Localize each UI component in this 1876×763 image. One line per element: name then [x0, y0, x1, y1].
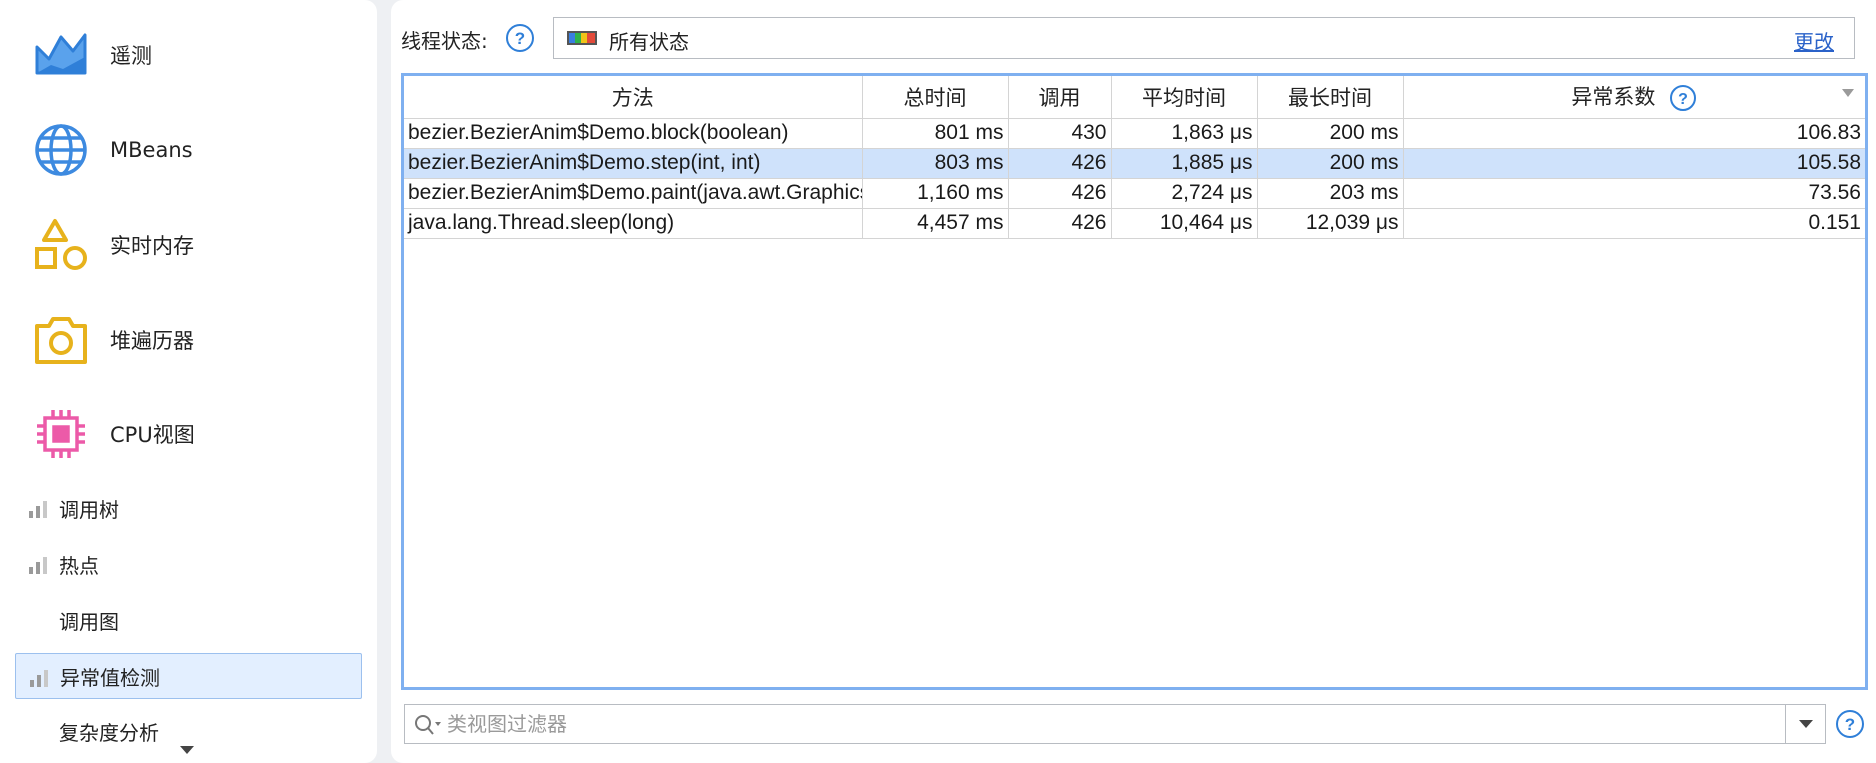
- table-cell-max: 200 ms: [1257, 148, 1404, 179]
- scroll-down-icon[interactable]: [177, 743, 197, 757]
- column-header-label: 平均时间: [1142, 86, 1226, 110]
- help-icon[interactable]: ?: [1835, 709, 1865, 739]
- table-row[interactable]: bezier.BezierAnim$Demo.paint(java.awt.Gr…: [404, 178, 1865, 209]
- sidebar-item-label: CPU视图: [110, 423, 195, 447]
- table-cell-avg: 1,863 μs: [1111, 118, 1258, 149]
- sidebar-item-mbeans[interactable]: MBeans: [0, 103, 377, 197]
- sidebar-item-label: 异常值检测: [60, 665, 160, 690]
- sidebar-item-live-memory[interactable]: 实时内存: [0, 198, 377, 292]
- table-cell-coef: 73.56: [1403, 178, 1865, 209]
- main-panel: 线程状态: ? 所有状态 更改 方法 总时间 调用 平均时间 最长时间 异常系数…: [391, 0, 1876, 763]
- thread-state-selector[interactable]: 所有状态 更改: [553, 17, 1855, 59]
- column-header-method[interactable]: 方法: [404, 76, 863, 119]
- search-icon[interactable]: [413, 713, 443, 737]
- table-cell-method: java.lang.Thread.sleep(long): [404, 208, 863, 239]
- sidebar-item-call-tree[interactable]: 调用树: [15, 485, 362, 531]
- globe-icon: [31, 120, 91, 180]
- sidebar-item-label: 热点: [59, 553, 99, 578]
- column-header-label: 方法: [611, 86, 654, 110]
- help-icon[interactable]: ?: [1669, 84, 1697, 112]
- table-cell-method: bezier.BezierAnim$Demo.paint(java.awt.Gr…: [404, 178, 863, 209]
- table-cell-avg: 2,724 μs: [1111, 178, 1258, 209]
- table-cell-coef: 105.58: [1403, 148, 1865, 179]
- chevron-down-icon: [1799, 720, 1813, 728]
- sidebar-item-complexity-analysis[interactable]: 复杂度分析: [15, 707, 362, 743]
- sidebar-item-label: 堆遍历器: [110, 329, 194, 353]
- column-header-label: 最长时间: [1288, 86, 1372, 110]
- table-row[interactable]: java.lang.Thread.sleep(long) 4,457 ms 426 1…: [404, 208, 1865, 239]
- column-header-max-time[interactable]: 最长时间: [1257, 76, 1404, 119]
- thread-state-value: 所有状态: [609, 30, 689, 54]
- table-cell-method: bezier.BezierAnim$Demo.block(boolean): [404, 118, 863, 149]
- table-cell-max: 203 ms: [1257, 178, 1404, 209]
- table-row[interactable]: bezier.BezierAnim$Demo.step(int, int) 803…: [404, 148, 1865, 179]
- table-cell-coef: 0.151: [1403, 208, 1865, 239]
- bar-chart-icon: [29, 668, 49, 688]
- sidebar-item-label: 遥测: [110, 44, 152, 68]
- svg-text:?: ?: [1845, 715, 1855, 734]
- table-cell-calls: 426: [1008, 208, 1112, 239]
- column-header-label: 总时间: [903, 86, 967, 110]
- sidebar-item-heap-walker[interactable]: 堆遍历器: [0, 293, 377, 387]
- sidebar-item-hot-spots[interactable]: 热点: [15, 541, 362, 587]
- table-cell-total: 803 ms: [862, 148, 1009, 179]
- table-cell-calls: 426: [1008, 178, 1112, 209]
- table-cell-avg: 10,464 μs: [1111, 208, 1258, 239]
- filter-input[interactable]: [447, 709, 1767, 739]
- column-header-label: 异常系数: [1571, 86, 1656, 110]
- table-cell-total: 801 ms: [862, 118, 1009, 149]
- sidebar-item-label: MBeans: [110, 138, 193, 162]
- sidebar: 遥测 MBeans 实时内存 堆遍历器 CPU视图 调用树 热点 调用图 异常值…: [0, 0, 377, 763]
- sidebar-item-outlier-detection[interactable]: 异常值检测: [15, 653, 362, 699]
- telemetry-icon: [31, 25, 91, 85]
- sidebar-item-cpu-views[interactable]: CPU视图: [0, 387, 377, 481]
- bar-chart-icon: [28, 499, 48, 519]
- table-cell-method: bezier.BezierAnim$Demo.step(int, int): [404, 148, 863, 179]
- bar-chart-icon: [28, 555, 48, 575]
- table-cell-max: 12,039 μs: [1257, 208, 1404, 239]
- help-icon[interactable]: ?: [505, 23, 535, 53]
- column-header-label: 调用: [1038, 86, 1081, 110]
- outlier-table: 方法 总时间 调用 平均时间 最长时间 异常系数 ? bezier.Bezier…: [401, 73, 1868, 690]
- column-header-total-time[interactable]: 总时间: [862, 76, 1009, 119]
- thread-state-label: 线程状态:: [401, 29, 488, 53]
- column-header-calls[interactable]: 调用: [1008, 76, 1112, 119]
- sidebar-item-label: 实时内存: [110, 234, 194, 258]
- class-view-filter: [404, 704, 1826, 744]
- sidebar-item-label: 复杂度分析: [59, 721, 159, 743]
- column-header-average-time[interactable]: 平均时间: [1111, 76, 1258, 119]
- table-cell-max: 200 ms: [1257, 118, 1404, 149]
- svg-text:?: ?: [515, 29, 525, 48]
- table-cell-calls: 426: [1008, 148, 1112, 179]
- change-link[interactable]: 更改: [1794, 26, 1834, 55]
- thread-state-row: 线程状态: ? 所有状态 更改: [401, 17, 1866, 59]
- table-cell-total: 1,160 ms: [862, 178, 1009, 209]
- table-cell-coef: 106.83: [1403, 118, 1865, 149]
- sort-descending-icon[interactable]: [1841, 88, 1855, 98]
- shapes-icon: [31, 215, 91, 275]
- sidebar-item-call-graph[interactable]: 调用图: [15, 597, 362, 643]
- table-cell-total: 4,457 ms: [862, 208, 1009, 239]
- svg-text:?: ?: [1678, 91, 1688, 108]
- cpu-chip-icon: [31, 404, 91, 464]
- table-cell-avg: 1,885 μs: [1111, 148, 1258, 179]
- column-header-outlier-coefficient[interactable]: 异常系数 ?: [1403, 76, 1865, 119]
- table-row[interactable]: bezier.BezierAnim$Demo.block(boolean) 801…: [404, 118, 1865, 149]
- table-header-row: 方法 总时间 调用 平均时间 最长时间 异常系数 ?: [404, 76, 1865, 119]
- sidebar-item-telemetry[interactable]: 遥测: [0, 8, 377, 102]
- sidebar-item-label: 调用图: [59, 609, 119, 634]
- thread-state-color-icon: [567, 31, 597, 45]
- table-cell-calls: 430: [1008, 118, 1112, 149]
- filter-dropdown-button[interactable]: [1785, 705, 1825, 743]
- sidebar-item-label: 调用树: [59, 497, 119, 522]
- camera-icon: [31, 310, 91, 370]
